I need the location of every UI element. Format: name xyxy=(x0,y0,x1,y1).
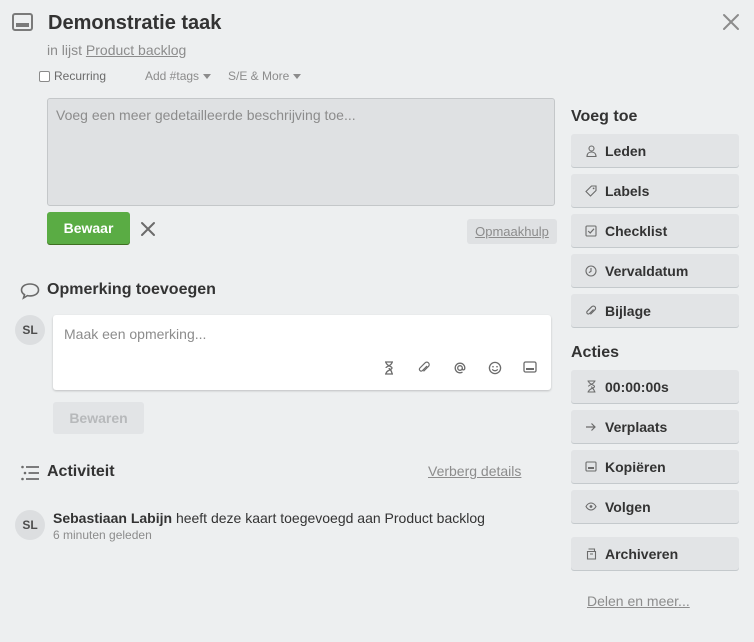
label-icon xyxy=(585,184,597,197)
avatar[interactable]: SL xyxy=(15,510,45,540)
archive-icon xyxy=(585,547,597,560)
labels-label: Labels xyxy=(605,182,650,199)
description-placeholder: Voeg een meer gedetailleerde beschrijvin… xyxy=(56,107,356,123)
description-textarea[interactable]: Voeg een meer gedetailleerde beschrijvin… xyxy=(47,98,555,206)
activity-timestamp[interactable]: 6 minuten geleden xyxy=(53,528,152,542)
timer-label: 00:00:00s xyxy=(605,378,669,395)
card-icon xyxy=(12,13,33,31)
speech-bubble-icon xyxy=(20,282,40,300)
members-label: Leden xyxy=(605,142,647,159)
hide-details-link[interactable]: Verberg details xyxy=(428,463,521,479)
emoji-icon[interactable] xyxy=(488,361,502,375)
attachment-button[interactable]: Bijlage xyxy=(571,294,739,327)
clock-icon xyxy=(585,264,597,277)
attachment-label: Bijlage xyxy=(605,302,651,319)
comment-input[interactable]: Maak een opmerking... xyxy=(53,315,551,390)
chevron-down-icon xyxy=(293,73,302,79)
copy-label: Kopiëren xyxy=(605,458,666,475)
activity-section-title: Activiteit xyxy=(47,463,115,480)
se-more-label: S/E & More xyxy=(228,69,290,83)
save-comment-button[interactable]: Bewaren xyxy=(53,402,144,434)
paperclip-icon xyxy=(585,304,597,317)
save-description-button[interactable]: Bewaar xyxy=(47,212,130,244)
archive-label: Archiveren xyxy=(605,545,679,562)
comment-section-title: Opmerking toevoegen xyxy=(47,281,216,298)
hourglass-icon xyxy=(585,380,597,393)
card-title[interactable]: Demonstratie taak xyxy=(48,12,221,35)
actions-section-title: Acties xyxy=(571,344,620,361)
hourglass-icon[interactable] xyxy=(383,361,395,375)
move-label: Verplaats xyxy=(605,418,668,435)
checklist-label: Checklist xyxy=(605,222,668,239)
formatting-help-button[interactable]: Opmaakhulp xyxy=(467,219,557,244)
follow-label: Volgen xyxy=(605,498,651,515)
activity-list-icon xyxy=(20,464,40,482)
cancel-edit-icon[interactable] xyxy=(139,220,157,238)
due-date-button[interactable]: Vervaldatum xyxy=(571,254,739,287)
card-list-info: in lijst Product backlog xyxy=(47,42,186,58)
checkbox-icon xyxy=(585,224,597,237)
arrow-right-icon xyxy=(585,421,597,433)
share-and-more-link[interactable]: Delen en meer... xyxy=(587,593,690,609)
activity-user-link[interactable]: Sebastiaan Labijn xyxy=(53,510,172,526)
card-icon xyxy=(585,461,597,473)
recurring-label: Recurring xyxy=(54,69,107,83)
copy-button[interactable]: Kopiëren xyxy=(571,450,739,483)
avatar[interactable]: SL xyxy=(15,315,45,345)
eye-icon xyxy=(585,501,597,513)
chevron-down-icon xyxy=(203,73,212,79)
recurring-checkbox[interactable] xyxy=(39,70,50,82)
recurring-toggle[interactable]: Recurring xyxy=(39,69,106,83)
comment-placeholder: Maak een opmerking... xyxy=(64,326,207,342)
close-icon[interactable] xyxy=(722,13,740,31)
members-button[interactable]: Leden xyxy=(571,134,739,167)
due-date-label: Vervaldatum xyxy=(605,262,689,279)
add-section-title: Voeg toe xyxy=(571,108,638,125)
card-icon[interactable] xyxy=(523,361,537,373)
labels-button[interactable]: Labels xyxy=(571,174,739,207)
activity-entry-text: Sebastiaan Labijn heeft deze kaart toege… xyxy=(53,510,485,526)
checklist-button[interactable]: Checklist xyxy=(571,214,739,247)
person-icon xyxy=(585,144,597,157)
activity-description: heeft deze kaart toegevoegd aan Product … xyxy=(175,510,485,526)
list-prefix: in lijst xyxy=(47,42,83,58)
add-tags-dropdown[interactable]: Add #tags xyxy=(145,69,212,83)
add-tags-label: Add #tags xyxy=(145,69,200,83)
follow-button[interactable]: Volgen xyxy=(571,490,739,523)
list-link[interactable]: Product backlog xyxy=(86,42,186,58)
archive-button[interactable]: Archiveren xyxy=(571,537,739,570)
timer-button[interactable]: 00:00:00s xyxy=(571,370,739,403)
paperclip-icon[interactable] xyxy=(418,361,430,375)
se-more-dropdown[interactable]: S/E & More xyxy=(228,69,302,83)
move-button[interactable]: Verplaats xyxy=(571,410,739,443)
at-mention-icon[interactable] xyxy=(453,361,467,375)
